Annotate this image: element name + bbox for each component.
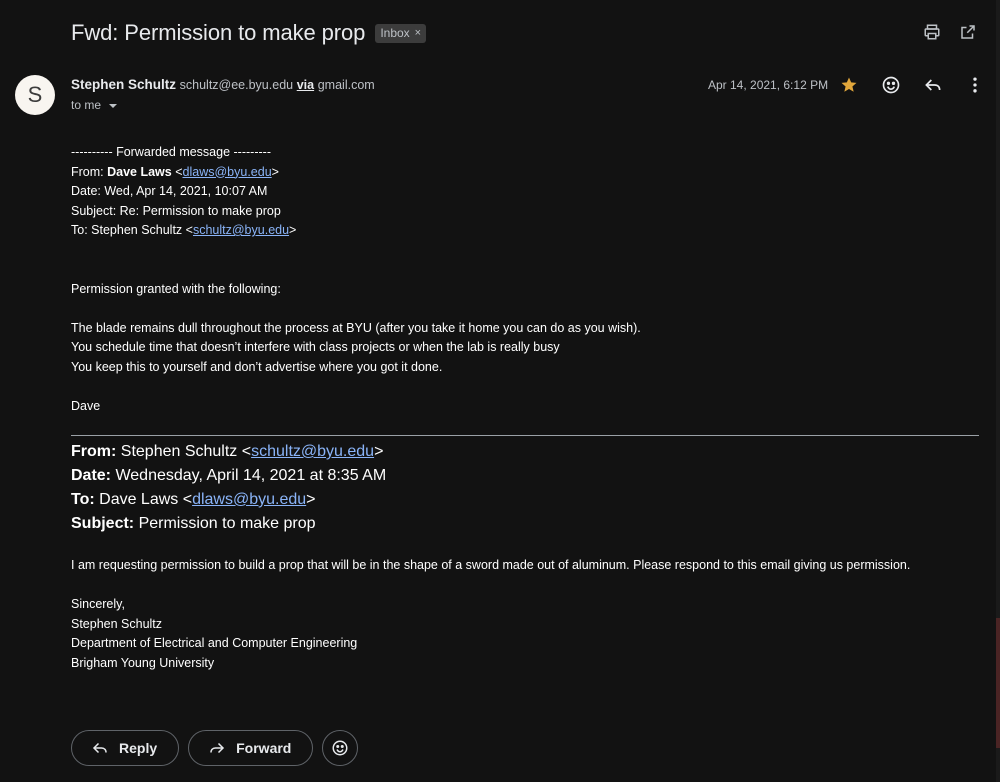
quoted-from-label: From: [71,443,117,460]
forward-button[interactable]: Forward [188,730,314,766]
quoted-date: Date: Wednesday, April 14, 2021 at 8:35 … [71,464,386,488]
forwarded-to: To: Stephen Schultz <schultz@byu.edu> [71,221,981,241]
to-me-label: to me [71,98,102,112]
bottom-actions: Reply Forward [71,730,359,766]
quoted-to-email-link[interactable]: dlaws@byu.edu [192,491,306,508]
quoted-to-text: Dave Laws < [94,491,193,508]
message-body: ---------- Forwarded message --------- F… [71,143,981,416]
forwarded-date: Date: Wed, Apr 14, 2021, 10:07 AM [71,184,268,198]
forwarded-to-label: To: Stephen Schultz < [71,223,193,237]
remove-label-icon[interactable]: × [415,27,421,39]
body-paragraph: The blade remains dull throughout the pr… [71,320,641,335]
forward-icon [210,742,225,754]
print-icon[interactable] [922,22,942,42]
forwarded-to-email-link[interactable]: schultz@byu.edu [193,223,289,237]
forwarded-from-name: Dave Laws [107,164,172,179]
email-subject: Fwd: Permission to make prop [71,20,366,45]
quoted-subject: Subject: Permission to make prop [71,512,386,536]
quoted-date-label: Date: [71,467,112,484]
quoted-header: From: Stephen Schultz <schultz@byu.edu> … [71,440,386,536]
thread-toolbar [922,22,978,42]
forward-button-label: Forward [236,740,292,756]
body-paragraph: You schedule time that doesn’t interfere… [71,340,560,354]
reply-button[interactable]: Reply [71,730,180,766]
recipients-toggle[interactable]: to me [71,98,118,112]
quoted-to: To: Dave Laws <dlaws@byu.edu> [71,488,386,512]
emoji-reaction-icon[interactable] [880,74,902,96]
quoted-subject-label: Subject: [71,515,135,532]
message-date: Apr 14, 2021, 6:12 PM [708,78,829,92]
quoted-from: From: Stephen Schultz <schultz@byu.edu> [71,440,386,464]
quoted-to-label: To: [71,491,95,508]
avatar[interactable]: S [15,75,55,115]
body-paragraph: Permission granted with the following: [71,281,281,296]
signature-line: Department of Electrical and Computer En… [71,636,358,650]
forwarded-subject: Subject: Re: Permission to make prop [71,203,281,218]
forwarded-to-close: > [289,223,297,237]
body-paragraph: You keep this to yourself and don’t adve… [71,359,443,374]
reply-icon [92,742,107,754]
quoted-from-close: > [374,443,384,460]
sender-name[interactable]: Stephen Schultz [71,77,176,92]
message-actions [838,74,986,96]
scrollbar-thumb[interactable] [996,618,1000,748]
reply-icon[interactable] [922,74,944,96]
emoji-reaction-button[interactable] [322,730,359,766]
quoted-date-text: Wednesday, April 14, 2021 at 8:35 AM [111,467,387,484]
signature-line: Brigham Young University [71,655,215,670]
sender-line: Stephen Schultz schultz@ee.byu.edu via g… [71,77,375,92]
via-link[interactable]: via [297,78,314,92]
quoted-from-email-link[interactable]: schultz@byu.edu [251,443,374,460]
reply-button-label: Reply [119,740,158,756]
quote-divider [71,435,979,436]
chevron-down-icon [109,104,118,108]
scrollbar[interactable] [996,0,1000,782]
sender-email: schultz@ee.byu.edu [179,78,294,92]
star-icon[interactable] [838,74,860,96]
more-vert-icon[interactable] [964,74,986,96]
forwarded-from: From: Dave Laws <dlaws@byu.edu> [71,164,279,179]
label-text: Inbox [380,26,410,40]
open-in-new-window-icon[interactable] [958,22,978,42]
quoted-from-text: Stephen Schultz < [116,443,252,460]
forwarded-separator: ---------- Forwarded message --------- [71,145,271,159]
via-domain: gmail.com [317,78,375,92]
subject-row: Fwd: Permission to make prop Inbox × [71,18,427,48]
emoji-reaction-icon [332,740,348,756]
quoted-body: I am requesting permission to build a pr… [71,556,910,673]
inbox-label-chip[interactable]: Inbox × [375,23,427,43]
signature-line: Sincerely, [71,597,125,611]
quoted-subject-text: Permission to make prop [134,515,316,532]
from-label: From: [71,164,108,179]
request-paragraph: I am requesting permission to build a pr… [71,558,911,572]
quoted-to-close: > [306,491,316,508]
forwarded-from-email-link[interactable]: dlaws@byu.edu [183,165,272,179]
body-signoff: Dave [71,398,101,413]
signature-line: Stephen Schultz [71,616,163,631]
